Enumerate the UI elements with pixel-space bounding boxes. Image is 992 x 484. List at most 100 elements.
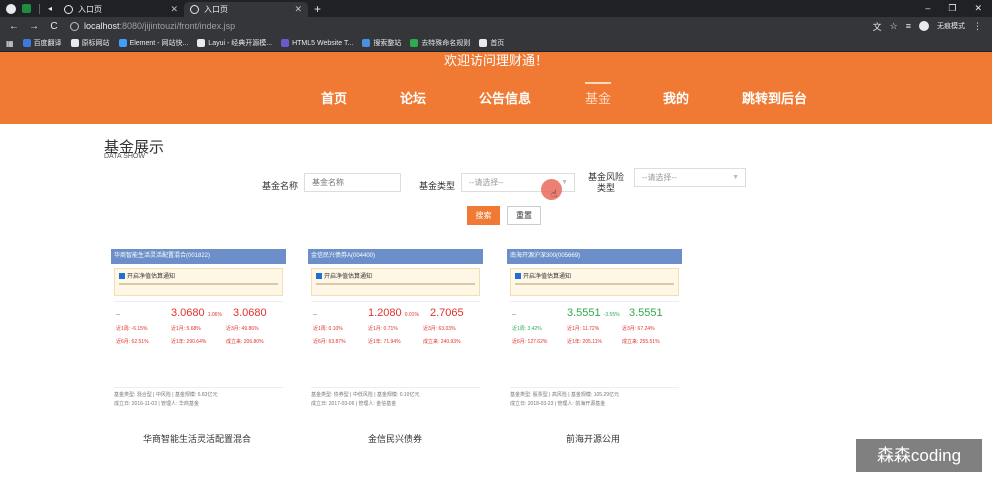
nav-price: 3.0680 [171,307,205,319]
reset-button[interactable]: 重置 [507,206,541,225]
bookmark-icon [70,39,79,47]
nav-forum[interactable]: 论坛 [400,88,426,107]
bookmark-label: 首页 [490,40,505,47]
fund-name[interactable]: 前海开源公用 [493,432,693,445]
fund-card[interactable]: 华商智能生活灵活配置混合(001822) 开启净值估算通知 -- 3.0680 1.0… [111,249,286,423]
bookmark-item[interactable]: 原标网站 [70,38,110,48]
fund-name-label: 基金名称 [262,181,299,191]
tab-label: 入口页 [78,5,103,14]
section-subtitle: DATA SHOW [104,153,145,160]
watermark: 森森coding [856,439,982,472]
bookmark-item[interactable]: 搜索整站 [362,38,401,48]
fund-manager-info: 成立日: 2018-03-23 | 管理人: 前海开源基金 [510,401,606,407]
bookmark-item[interactable]: Layui - 经典开源模... [197,38,272,48]
return-1m: 近1月: 11.72% [567,326,600,332]
bookmark-item[interactable]: HTML5 Website T... [281,39,353,47]
speaker-icon[interactable]: ◂ [48,4,52,13]
pinned-tab-icon[interactable] [22,4,31,13]
bookmark-item[interactable]: Element - 网站快... [118,38,188,48]
fund-card[interactable]: 南海开源沪深300(005669) 开启净值估算通知 -- 3.5551 -3.55%… [507,249,682,423]
nav-announcements[interactable]: 公告信息 [479,88,531,107]
reload-icon[interactable]: C [48,21,60,32]
star-icon[interactable]: ☆ [890,21,898,32]
card-footer: 基金类型: 债券型 | 中低风险 | 基金规模: 0.10亿元 成立日: 2017… [311,387,480,409]
tab-divider [39,3,40,14]
fund-name[interactable]: 金信民兴债券 [295,432,495,445]
nav-admin[interactable]: 跳转到后台 [742,88,807,107]
fund-card[interactable]: 金信民兴债券A(004400) 开启净值估算通知 -- 1.2080 0.01% 2.7… [308,249,483,423]
bookmark-label: 百度翻译 [33,40,62,47]
search-button[interactable]: 搜索 [467,206,500,225]
fund-name[interactable]: 华商智能生活灵活配置混合 [97,432,297,445]
info-icon[interactable] [70,21,79,31]
apps-icon[interactable]: ▦ [6,39,14,48]
back-icon[interactable]: ← [8,21,20,32]
price-row: -- 3.5551 -3.55% 3.5551 [510,302,679,319]
returns-row: 近6月: 127.62% 近1年: 205.11% 成立来: 255.51% [510,332,679,345]
profile-avatar[interactable] [919,21,929,31]
chevron-down-icon: ▼ [561,179,568,186]
accumulated-value: 3.0680 [233,307,267,319]
return-3m: 近3月: 49.86% [226,326,259,332]
card-footer: 基金类型: 股票型 | 高风险 | 基金规模: 105.29亿元 成立日: 201… [510,387,679,409]
return-since-inception: 成立来: 206.80% [226,339,264,345]
estimate-value: -- [512,312,516,318]
notice-text-line [316,283,475,285]
forward-icon[interactable]: → [28,21,40,32]
info-icon [316,272,322,279]
bookmark-icon [479,39,488,47]
fund-name-input[interactable] [304,173,401,192]
bookmark-item[interactable]: 首页 [479,38,504,48]
accumulated-value: 3.5551 [629,307,663,319]
close-icon[interactable]: ✕ [170,4,178,15]
estimate-notice: 开启净值估算通知 [311,268,480,296]
return-1m: 近1月: 5.68% [171,326,201,332]
browser-tab-2[interactable]: 入口页 ✕ [184,2,309,17]
nav-funds[interactable]: 基金 [585,82,612,107]
restore-icon[interactable]: ❐ [948,3,956,14]
card-stats: -- 1.2080 0.01% 2.7065 近1周: 0.10% 近1月: 0.71%… [311,301,480,383]
fund-type-value: --请选择-- [469,178,504,187]
return-6m: 近6月: 62.51% [116,339,149,345]
bookmark-icon [362,39,371,47]
translate-icon[interactable]: 文 [873,20,882,33]
browser-menu-icon[interactable] [6,3,16,14]
estimate-notice: 开启净值估算通知 [510,268,679,296]
bookmark-icon [197,39,206,47]
returns-row: 近6月: 62.51% 近1年: 290.64% 成立来: 206.80% [114,332,283,345]
hand-cursor-icon: ☝ [551,189,558,200]
notice-label: 开启净值估算通知 [324,274,373,280]
fund-risk-select[interactable]: --请选择-- ▼ [634,168,746,187]
fund-manager-info: 成立日: 2016-11-03 | 管理人: 华商基金 [114,401,199,407]
return-1w: 近1周: -6.15% [116,326,148,332]
globe-icon [64,5,74,14]
accumulated-value: 2.7065 [430,307,464,319]
fund-type-info: 基金类型: 混合型 | 中风险 | 基金规模: 6.83亿元 [114,392,218,398]
url-field[interactable]: localhost:8080/jijintouzi/front/index.js… [84,21,235,31]
minimize-icon[interactable]: – [925,3,930,14]
menu-icon[interactable]: ⋮ [973,21,982,32]
notice-title: 开启净值估算通知 [115,269,282,280]
bookmark-item[interactable]: 去特殊命名规则 [410,38,470,48]
globe-icon [190,5,200,14]
notice-text-line [119,283,278,285]
notice-title: 开启净值估算通知 [511,269,678,280]
return-6m: 近6月: 127.62% [512,339,548,345]
estimate-value: -- [116,312,120,318]
nav-home[interactable]: 首页 [321,88,347,107]
browser-tab-1[interactable]: 入口页 ✕ [58,2,185,17]
close-window-icon[interactable]: ✕ [974,3,982,14]
nav-price: 3.5551 [567,307,601,319]
new-tab-button[interactable]: + [314,2,321,16]
bookmark-label: 搜索整站 [373,40,402,47]
nav-mine[interactable]: 我的 [663,88,689,107]
close-icon[interactable]: ✕ [294,4,302,15]
nav-change: -3.55% [603,312,620,318]
chevron-down-icon: ▼ [732,174,739,181]
bookmark-item[interactable]: 百度翻译 [22,38,62,48]
return-1y: 近1年: 205.11% [567,339,602,345]
address-bar: ← → C localhost:8080/jijintouzi/front/in… [0,17,992,35]
bookmark-label: 去特殊命名规则 [421,40,471,47]
reading-list-icon[interactable]: ≡ [906,21,911,31]
card-stats: -- 3.0680 1.06% 3.0680 近1周: -6.15% 近1月: 5.68… [114,301,283,383]
